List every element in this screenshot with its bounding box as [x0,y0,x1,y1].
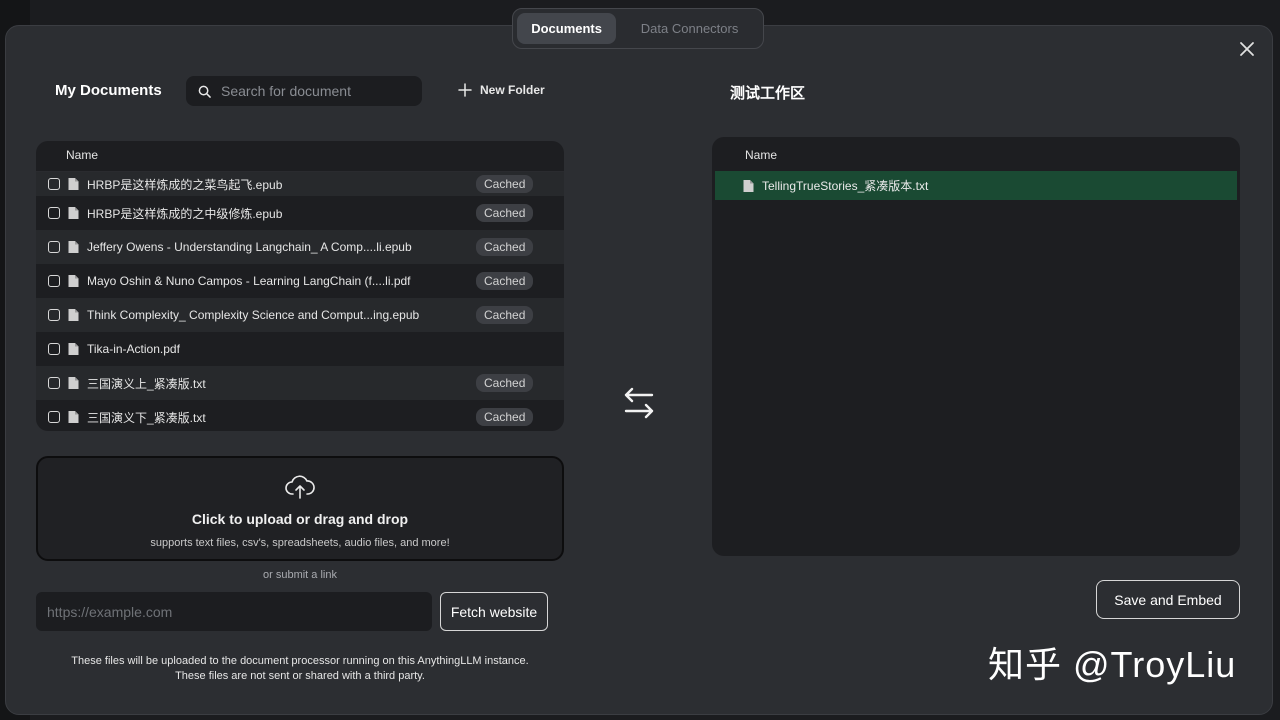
file-row[interactable]: HRBP是这样炼成的之菜鸟起飞.epub Cached [36,172,564,196]
tab-data-connectors[interactable]: Data Connectors [620,13,759,44]
new-folder-button[interactable]: New Folder [458,83,545,97]
file-row[interactable]: Jeffery Owens - Understanding Langchain_… [36,230,564,264]
my-documents-title: My Documents [55,82,162,99]
or-submit-link-label: or submit a link [263,569,337,581]
file-name: 三国演义下_紧凑版.txt [87,410,206,425]
file-checkbox[interactable] [48,275,60,287]
file-checkbox[interactable] [48,377,60,389]
new-folder-label: New Folder [480,83,545,97]
file-name: Jeffery Owens - Understanding Langchain_… [87,240,412,254]
close-icon[interactable] [1238,40,1256,58]
workspace-name-column-header: Name [745,148,778,162]
file-row[interactable]: 三国演义下_紧凑版.txt Cached [36,400,564,431]
workspace-file-row[interactable]: TellingTrueStories_紧凑版本.txt [715,171,1237,200]
file-row[interactable]: HRBP是这样炼成的之中级修炼.epub Cached [36,196,564,230]
file-name: Mayo Oshin & Nuno Campos - Learning Lang… [87,274,411,288]
file-checkbox[interactable] [48,207,60,219]
privacy-notice: These files will be uploaded to the docu… [36,654,564,684]
notice-line-1: These files will be uploaded to the docu… [71,655,529,667]
file-name: HRBP是这样炼成的之菜鸟起飞.epub [87,177,283,192]
document-icon [68,309,79,321]
cached-badge: Cached [476,306,534,324]
document-icon [68,178,79,190]
upload-subtitle: supports text files, csv's, spreadsheets… [150,537,450,549]
tab-switcher: Documents Data Connectors [512,8,764,49]
search-input[interactable] [219,82,413,100]
file-checkbox[interactable] [48,411,60,423]
search-icon [198,85,211,98]
cloud-upload-icon [285,475,315,499]
url-input[interactable] [45,602,419,621]
file-row[interactable]: Mayo Oshin & Nuno Campos - Learning Lang… [36,264,564,298]
upload-title: Click to upload or drag and drop [191,511,409,527]
file-checkbox[interactable] [48,309,60,321]
document-icon [68,241,79,253]
workspace-title: 测试工作区 [730,85,806,102]
cached-badge: Cached [476,272,534,290]
cached-badge: Cached [476,238,534,256]
workspace-documents-list: Name TellingTrueStories_紧凑版本.txt [712,137,1240,556]
document-icon [68,275,79,287]
cached-badge: Cached [476,408,534,426]
watermark: 知乎 @TroyLiu [988,644,1237,685]
cached-badge: Cached [476,204,534,222]
file-row[interactable]: Think Complexity_ Complexity Science and… [36,298,564,332]
file-checkbox[interactable] [48,178,60,190]
file-checkbox[interactable] [48,241,60,253]
file-checkbox[interactable] [48,343,60,355]
file-row[interactable]: Tika-in-Action.pdf [36,332,564,366]
upload-dropzone[interactable]: Click to upload or drag and drop support… [36,456,564,561]
save-and-embed-button[interactable]: Save and Embed [1096,580,1240,619]
notice-line-2: These files are not sent or shared with … [175,670,425,682]
tab-documents[interactable]: Documents [517,13,617,44]
file-row[interactable]: 三国演义上_紧凑版.txt Cached [36,366,564,400]
document-icon [68,207,79,219]
document-icon [743,179,754,192]
name-column-header: Name [36,141,564,172]
my-documents-list: Name HRBP是这样炼成的之菜鸟起飞.epub Cached HRBP是这样炼成… [36,141,564,431]
cached-badge: Cached [476,374,534,392]
url-field [36,592,432,631]
plus-icon [458,83,472,97]
file-name: HRBP是这样炼成的之中级修炼.epub [87,206,283,221]
file-name: Think Complexity_ Complexity Science and… [87,308,420,322]
cached-badge: Cached [476,175,534,193]
workspace-file-name: TellingTrueStories_紧凑版本.txt [762,179,929,193]
search-box [186,76,422,106]
document-icon [68,377,79,389]
file-name: Tika-in-Action.pdf [87,342,180,356]
document-icon [68,343,79,355]
fetch-website-button[interactable]: Fetch website [440,592,548,631]
swap-arrows-icon[interactable] [620,386,658,420]
document-icon [68,411,79,423]
file-name: 三国演义上_紧凑版.txt [87,376,206,391]
